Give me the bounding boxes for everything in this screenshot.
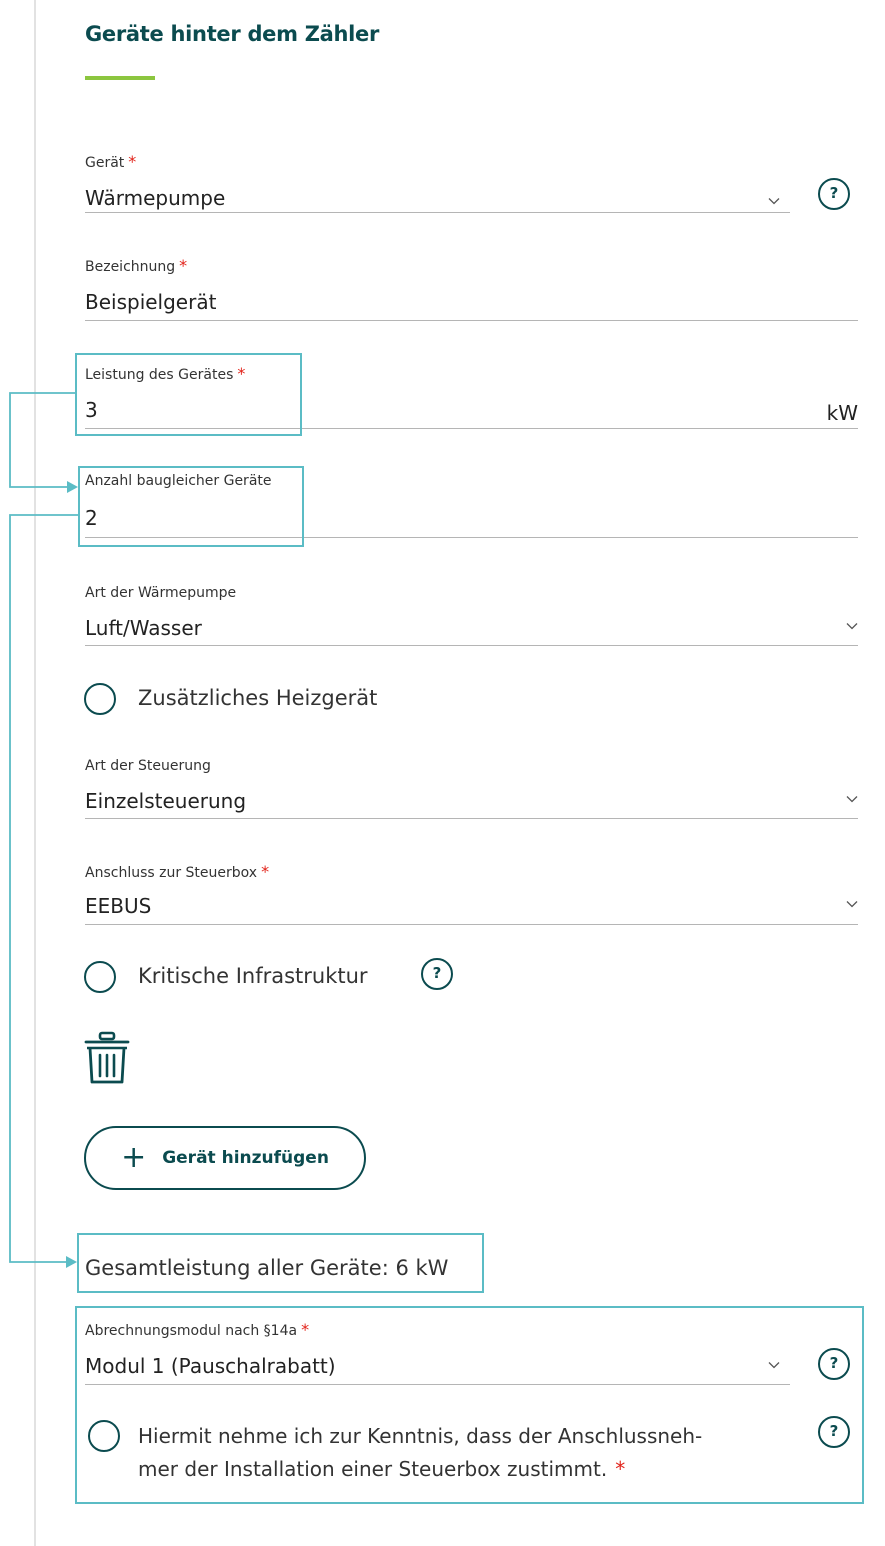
art-steuerung-label: Art der Steuerung	[85, 758, 211, 774]
bezeichnung-value: Beispielgerät	[85, 290, 217, 314]
bezeichnung-label: Bezeichnung	[85, 259, 176, 275]
zusatz-heizgeraet-option[interactable]: Zusätzliches Heizgerät	[84, 683, 377, 715]
required-mark: *	[261, 862, 270, 881]
highlight-leistung	[75, 353, 302, 436]
zusatz-heizgeraet-label: Zusätzliches Heizgerät	[138, 686, 378, 710]
geraet-select[interactable]: Gerät * Wärmepumpe	[85, 152, 790, 214]
add-device-label: Gerät hinzufügen	[162, 1148, 329, 1168]
kritische-infrastruktur-option[interactable]: Kritische Infrastruktur	[84, 961, 368, 993]
field-underline	[85, 924, 858, 925]
arrowhead-anzahl	[67, 481, 78, 493]
highlight-abrechnung	[75, 1306, 864, 1504]
section-title: Geräte hinter dem Zähler	[85, 22, 380, 46]
add-device-button[interactable]: + Gerät hinzufügen	[84, 1126, 366, 1190]
kritische-infrastruktur-help-icon[interactable]: ?	[421, 958, 453, 990]
geraet-label: Gerät	[85, 155, 125, 171]
geraet-value: Wärmepumpe	[85, 186, 226, 210]
radio-icon[interactable]	[84, 961, 116, 993]
radio-icon[interactable]	[84, 683, 116, 715]
highlight-total	[77, 1233, 484, 1293]
field-underline	[85, 818, 858, 819]
highlight-anzahl	[78, 466, 304, 547]
anschluss-value: EEBUS	[85, 894, 152, 918]
art-waermepumpe-value: Luft/Wasser	[85, 616, 202, 640]
title-underline	[85, 76, 155, 80]
connector-leistung-to-anzahl	[9, 392, 75, 488]
chevron-down-icon	[768, 198, 780, 205]
art-steuerung-select[interactable]: Art der Steuerung Einzelsteuerung	[85, 758, 858, 820]
geraet-help-icon[interactable]: ?	[818, 178, 850, 210]
chevron-down-icon	[846, 796, 858, 803]
field-underline	[85, 320, 858, 321]
arrowhead-total	[66, 1256, 77, 1268]
kritische-infrastruktur-label: Kritische Infrastruktur	[138, 964, 368, 988]
required-mark: *	[128, 152, 137, 171]
field-underline	[85, 645, 858, 646]
bezeichnung-field[interactable]: Bezeichnung * Beispielgerät	[85, 256, 858, 322]
page-border	[34, 0, 36, 1546]
chevron-down-icon	[846, 623, 858, 630]
chevron-down-icon	[846, 901, 858, 908]
required-mark: *	[179, 256, 188, 275]
trash-icon[interactable]	[84, 1030, 130, 1086]
art-steuerung-value: Einzelsteuerung	[85, 789, 247, 813]
art-waermepumpe-label: Art der Wärmepumpe	[85, 585, 237, 601]
leistung-unit: kW	[826, 401, 858, 425]
art-waermepumpe-select[interactable]: Art der Wärmepumpe Luft/Wasser	[85, 585, 858, 647]
anschluss-label: Anschluss zur Steuerbox	[85, 865, 258, 881]
field-underline	[85, 212, 790, 213]
plus-icon: +	[121, 1140, 147, 1175]
anschluss-select[interactable]: Anschluss zur Steuerbox * EEBUS	[85, 862, 858, 926]
connector-anzahl-to-total	[9, 514, 78, 1263]
